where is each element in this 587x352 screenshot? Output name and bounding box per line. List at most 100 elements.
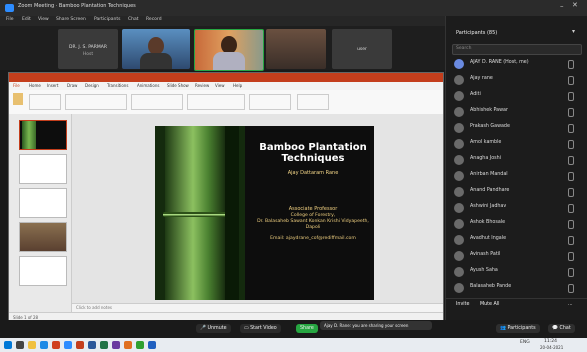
ppt-tab-help[interactable]: Help	[233, 83, 242, 88]
close-panel-icon[interactable]: ▾	[572, 28, 575, 35]
ppt-tab-home[interactable]: Home	[29, 83, 41, 88]
language-indicator[interactable]: ENG	[520, 340, 530, 345]
close-icon[interactable]: ✕	[572, 1, 578, 9]
minimize-icon[interactable]: –	[560, 2, 564, 10]
ppt-tab-transitions[interactable]: Transitions	[107, 83, 128, 88]
participant-row[interactable]: Anand Pandhare	[446, 184, 587, 200]
powerpoint-icon[interactable]	[76, 341, 84, 349]
font-group[interactable]	[65, 94, 127, 110]
slide-thumb[interactable]	[19, 256, 67, 286]
avatar	[454, 107, 464, 117]
ppt-tab-view[interactable]: View	[215, 83, 225, 88]
participants-button[interactable]: 👥 Participants	[496, 324, 540, 333]
menu-file[interactable]: File	[6, 17, 14, 22]
mute-all-button[interactable]: Mute All	[476, 300, 503, 309]
ppt-tab-file[interactable]: File	[13, 83, 20, 88]
file-explorer-icon[interactable]	[28, 341, 36, 349]
zoom-icon[interactable]	[64, 341, 72, 349]
clock-date[interactable]: 20-04-2021	[540, 345, 563, 350]
mic-icon[interactable]	[568, 252, 574, 261]
mic-icon[interactable]	[568, 124, 574, 133]
ppt-tab-animations[interactable]: Animations	[137, 83, 159, 88]
ppt-tab-review[interactable]: Review	[195, 83, 209, 88]
app-icon[interactable]	[124, 341, 132, 349]
participant-row[interactable]: Anagha Joshi	[446, 152, 587, 168]
mic-icon[interactable]	[568, 236, 574, 245]
mic-icon[interactable]	[568, 220, 574, 229]
mic-icon[interactable]	[568, 108, 574, 117]
video-tile-user[interactable]: user	[332, 29, 392, 69]
participant-row[interactable]: Prakash Gawade	[446, 120, 587, 136]
video-tile-participant[interactable]	[122, 29, 190, 69]
participant-row[interactable]: AJAY D. RANE (Host, me)	[446, 56, 587, 72]
mic-icon[interactable]	[568, 172, 574, 181]
slide-thumb[interactable]	[19, 222, 67, 252]
word-icon[interactable]	[88, 341, 96, 349]
video-tile-active-speaker[interactable]	[194, 29, 264, 71]
menu-view[interactable]: View	[38, 17, 49, 22]
slide-thumb[interactable]	[19, 188, 67, 218]
share-button[interactable]: Share	[296, 324, 318, 333]
video-tile-host[interactable]: DR. J. S. PARMAR Host	[58, 29, 118, 69]
edge-icon[interactable]	[40, 341, 48, 349]
participant-row[interactable]: Avadhut Ingale	[446, 232, 587, 248]
paragraph-group[interactable]	[131, 94, 183, 110]
start-video-button[interactable]: ▭ Start Video	[240, 324, 281, 333]
video-tile-participant[interactable]	[266, 29, 326, 69]
mic-icon[interactable]	[568, 188, 574, 197]
bamboo-thumb	[22, 121, 36, 149]
app-icon[interactable]	[112, 341, 120, 349]
menu-share-screen[interactable]: Share Screen	[56, 17, 86, 22]
mic-icon[interactable]	[568, 140, 574, 149]
mic-icon[interactable]	[568, 284, 574, 293]
slides-group[interactable]	[29, 94, 61, 110]
participants-search[interactable]: Search	[452, 44, 582, 55]
participant-row[interactable]: Ashok Bhosale	[446, 216, 587, 232]
mic-icon[interactable]	[568, 156, 574, 165]
shapes-group[interactable]	[187, 94, 245, 110]
participant-row[interactable]: Abhishek Pawar	[446, 104, 587, 120]
mic-icon[interactable]	[568, 204, 574, 213]
chat-button[interactable]: 💬 Chat	[548, 324, 575, 333]
participant-row[interactable]: Ashwini Jadhav	[446, 200, 587, 216]
menu-edit[interactable]: Edit	[22, 17, 31, 22]
menu-participants[interactable]: Participants	[94, 17, 120, 22]
slide-thumb[interactable]	[19, 120, 67, 150]
mic-icon[interactable]	[568, 92, 574, 101]
current-slide[interactable]: Bamboo Plantation Techniques Ajay Dattar…	[155, 126, 374, 300]
ppt-tab-design[interactable]: Design	[85, 83, 99, 88]
slide-thumb[interactable]	[19, 154, 67, 184]
search-icon[interactable]	[16, 341, 24, 349]
editing-group[interactable]	[297, 94, 329, 110]
more-button[interactable]: ...	[564, 300, 577, 309]
ppt-tab-slide-show[interactable]: Slide Show	[167, 83, 189, 88]
participant-row[interactable]: Aditi	[446, 88, 587, 104]
mic-icon[interactable]	[568, 268, 574, 277]
clock-time[interactable]: 11:24	[544, 339, 557, 344]
participant-row[interactable]: Balasaheb Pande	[446, 280, 587, 296]
paste-icon[interactable]	[13, 93, 23, 105]
quick-styles-icon[interactable]	[249, 94, 291, 110]
notes-pane[interactable]: Click to add notes	[72, 303, 443, 312]
ppt-tab-insert[interactable]: Insert	[47, 83, 58, 88]
participant-row[interactable]: Anirban Mandal	[446, 168, 587, 184]
unmute-button[interactable]: 🎤 Unmute	[196, 324, 231, 333]
windows-start-icon[interactable]	[4, 341, 12, 349]
invite-button[interactable]: Invite	[452, 300, 473, 309]
participant-row[interactable]: Amol kamble	[446, 136, 587, 152]
app-icon[interactable]	[136, 341, 144, 349]
participant-row[interactable]: Avinash Patil	[446, 248, 587, 264]
chrome-icon[interactable]	[52, 341, 60, 349]
app-icon[interactable]	[148, 341, 156, 349]
participant-row[interactable]: Ayush Saha	[446, 264, 587, 280]
participants-title: Participants (85)	[456, 30, 498, 36]
participant-name: Anand Pandhare	[470, 188, 510, 193]
participant-row[interactable]: Ajay rane	[446, 72, 587, 88]
mic-icon[interactable]	[568, 60, 574, 69]
ppt-tab-draw[interactable]: Draw	[67, 83, 77, 88]
excel-icon[interactable]	[100, 341, 108, 349]
menu-record[interactable]: Record	[146, 17, 162, 22]
menu-chat[interactable]: Chat	[128, 17, 139, 22]
participant-name: Aditi	[470, 92, 481, 97]
mic-icon[interactable]	[568, 76, 574, 85]
